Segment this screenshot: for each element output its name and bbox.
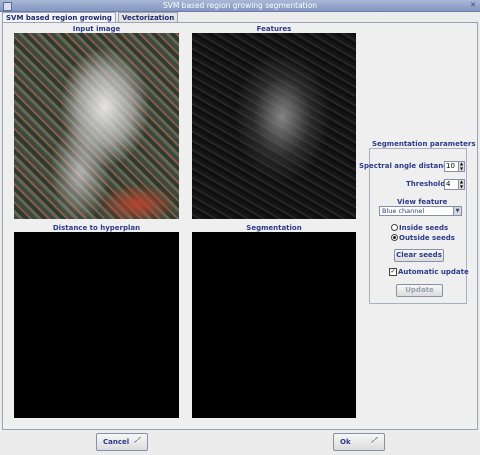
close-icon[interactable]: ✕ (469, 1, 477, 9)
spectral-angle-label: Spectral angle distances (359, 162, 457, 170)
spinbox-arrows-icon[interactable]: ▲ ▼ (458, 179, 464, 189)
thresholds-label: Thresholds (406, 180, 450, 188)
input-image-view[interactable] (14, 33, 179, 219)
window-menu-icon[interactable] (3, 2, 12, 11)
ok-button-label: Ok (340, 438, 351, 446)
ok-icon: ⸝⸍ (371, 436, 378, 444)
spinbox-arrows-icon[interactable]: ▲ ▼ (458, 161, 464, 171)
clear-seeds-button[interactable]: Clear seeds (394, 249, 444, 262)
view-feature-value: Blue channel (382, 207, 425, 215)
distance-caption: Distance to hyperplan (52, 224, 141, 232)
segmentation-caption: Segmentation (246, 224, 302, 232)
update-button[interactable]: Update (396, 284, 443, 297)
cancel-button[interactable]: Cancel ⸝⸍ (96, 433, 148, 451)
automatic-update-label[interactable]: Automatic update (398, 268, 469, 276)
ok-button[interactable]: Ok ⸝⸍ (333, 433, 385, 451)
cancel-button-label: Cancel (103, 438, 130, 446)
spectral-angle-spinbox[interactable]: 10 ▲ ▼ (444, 161, 465, 172)
features-caption: Features (256, 25, 292, 33)
outside-seeds-label[interactable]: Outside seeds (399, 234, 455, 242)
inside-seeds-label[interactable]: Inside seeds (399, 224, 448, 232)
segmentation-parameters-title: Segmentation parameters (372, 140, 476, 148)
view-feature-label: View feature (397, 198, 448, 206)
input-image-caption: Input image (72, 25, 121, 33)
chevron-down-icon[interactable]: ▼ (453, 207, 461, 215)
inside-seeds-radio[interactable] (391, 224, 398, 231)
distance-view[interactable] (14, 232, 179, 418)
view-feature-select[interactable]: Blue channel ▼ (379, 206, 462, 216)
cancel-icon: ⸝⸍ (134, 436, 141, 444)
window-titlebar: SVM based region growing segmentation ✕ (0, 0, 480, 12)
outside-seeds-radio[interactable] (391, 234, 398, 241)
spectral-angle-value: 10 (446, 162, 455, 170)
thresholds-value: 4 (446, 180, 451, 188)
automatic-update-checkbox[interactable]: ✓ (389, 268, 397, 276)
features-view[interactable] (192, 33, 356, 219)
window-title: SVM based region growing segmentation (162, 1, 318, 10)
segmentation-view[interactable] (192, 232, 356, 418)
thresholds-spinbox[interactable]: 4 ▲ ▼ (444, 179, 465, 190)
